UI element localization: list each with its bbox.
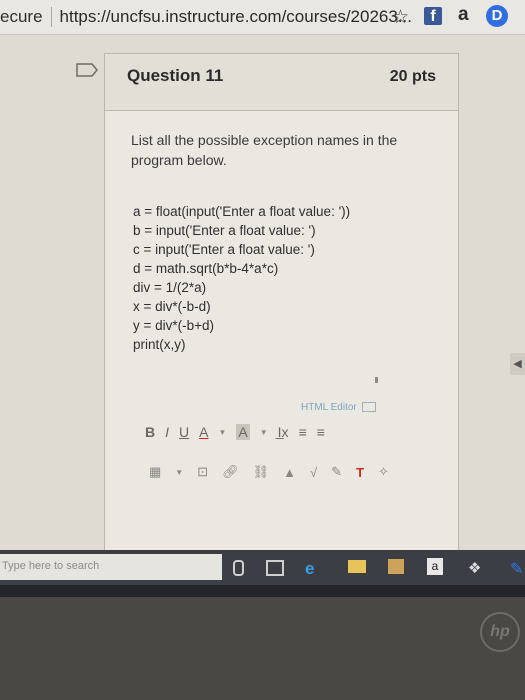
code-line: c = input('Enter a float value: ') [133,242,315,257]
editor-toolbar-row2: ▦ ▼ ⊡ 🔗︎ ⛓ ▲ √ ✎ T ✧ [149,464,389,480]
star-icon[interactable]: ☆ [392,6,409,29]
tray-app-icon[interactable]: ✎ [510,559,523,579]
text-cursor [375,377,378,383]
laptop-bezel-top [0,585,525,597]
chevron-down-icon[interactable]: ▼ [218,428,226,437]
code-line: d = math.sqrt(b*b-4*a*c) [133,261,279,276]
hp-logo: hp [480,612,520,652]
flag-question-icon[interactable] [76,63,98,77]
amazon-app-icon[interactable]: a [427,558,443,575]
store-icon[interactable] [388,559,404,574]
chevron-down-icon[interactable]: ▼ [175,468,183,477]
file-explorer-icon[interactable] [348,560,366,573]
pin-icon[interactable]: ✎ [331,464,342,480]
code-line: x = div*(-b-d) [133,299,211,314]
url-text[interactable]: https://uncfsu.instructure.com/courses/2… [60,7,412,27]
question-title: Question 11 [127,66,224,85]
laptop-bezel [0,585,525,700]
font-color-button[interactable]: A [199,424,208,440]
align-center-button[interactable]: ≡ [317,424,325,440]
image-icon[interactable]: ▲ [283,465,296,480]
table-icon[interactable]: ▦ [149,464,161,480]
browser-address-bar[interactable]: ecure https://uncfsu.instructure.com/cou… [0,0,525,35]
media-icon[interactable]: ⊡ [197,464,208,480]
underline-button[interactable]: U [179,424,189,440]
task-view-icon[interactable] [266,560,284,576]
code-block: a = float(input('Enter a float value: ')… [133,202,350,354]
dropbox-icon[interactable]: ❖ [468,559,481,577]
quiz-page: Question 11 20 pts List all the possible… [0,35,525,560]
side-panel-tab[interactable]: ◀ [510,353,525,375]
monitor-screen: ecure https://uncfsu.instructure.com/cou… [0,0,525,585]
align-left-button[interactable]: ≡ [299,424,307,440]
question-card: Question 11 20 pts List all the possible… [104,53,459,560]
chevron-down-icon[interactable]: ▼ [260,428,268,437]
question-header: Question 11 20 pts [105,54,458,111]
d-extension-icon[interactable]: D [486,5,508,27]
facebook-icon[interactable]: f [424,7,442,25]
html-editor-label[interactable]: HTML Editor [301,402,357,413]
highlight-color-button[interactable]: A [236,424,250,440]
text-icon[interactable]: T [356,465,364,480]
code-line: div = 1/(2*a) [133,280,207,295]
code-line: y = div*(-b+d) [133,318,215,333]
keyboard-icon[interactable] [361,402,376,413]
bold-button[interactable]: B [145,424,155,440]
html-editor-link[interactable]: HTML Editor [301,402,376,413]
windows-taskbar: Type here to search e a ❖ ✎ [0,550,525,585]
code-line: b = input('Enter a float value: ') [133,223,316,238]
edge-browser-icon[interactable]: e [305,559,314,579]
rce-icon[interactable]: ✧ [378,464,389,480]
taskbar-search-input[interactable]: Type here to search [0,554,222,580]
clear-formatting-button[interactable]: I̲x [278,424,289,440]
secure-label: ecure [0,7,52,27]
italic-button[interactable]: I [165,424,169,440]
search-placeholder: Type here to search [2,560,100,572]
amazon-icon[interactable]: a [458,4,469,26]
unlink-icon[interactable]: ⛓ [253,464,270,480]
code-line: a = float(input('Enter a float value: ')… [133,204,351,219]
question-points: 20 pts [389,68,436,85]
link-icon[interactable]: 🔗︎ [222,464,239,480]
microphone-icon[interactable] [233,560,244,576]
question-prompt: List all the possible exception names in… [131,132,398,168]
editor-toolbar-row1: B I U A ▼ A ▼ I̲x ≡ ≡ [145,424,325,440]
code-line: print(x,y) [133,337,186,352]
math-icon[interactable]: √ [310,465,317,480]
